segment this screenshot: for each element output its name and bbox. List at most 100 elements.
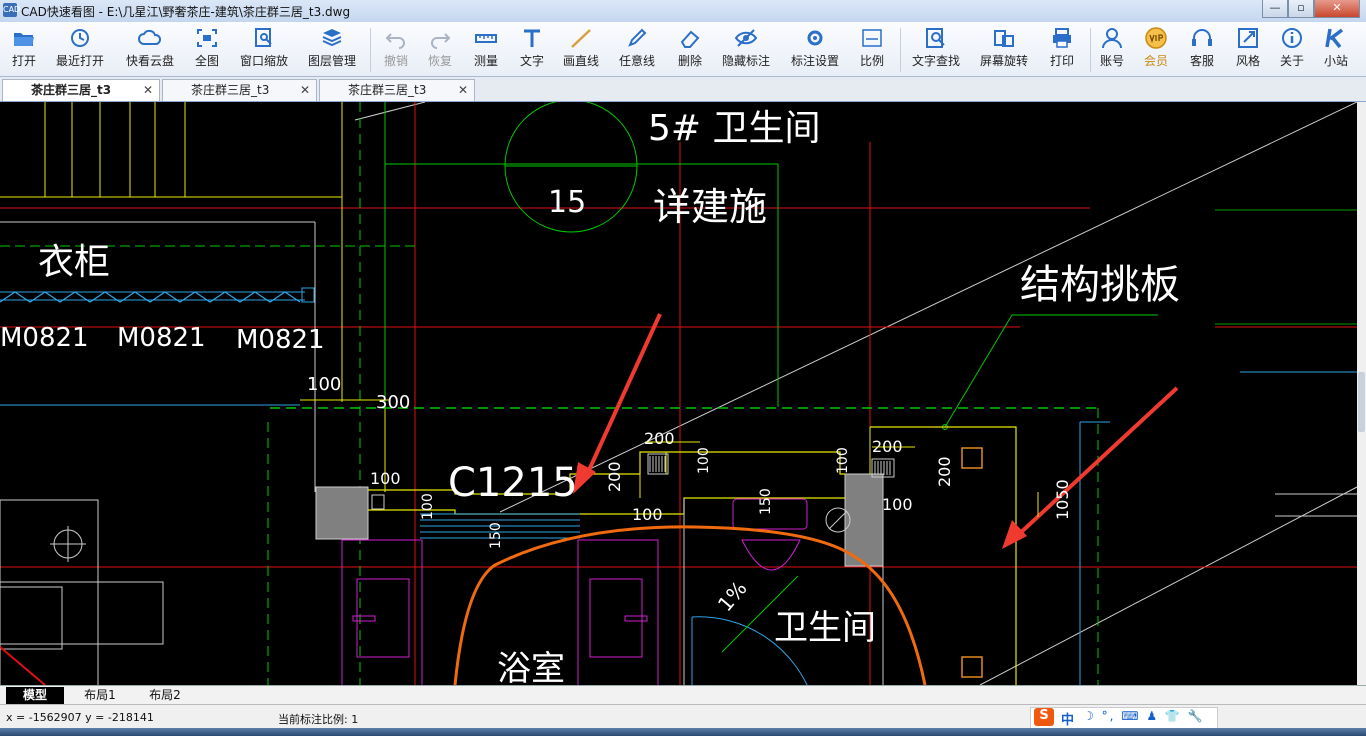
toolbar-label: 最近打开 — [55, 54, 104, 68]
dimension-label: 100 — [835, 447, 851, 474]
k-site-icon — [1325, 28, 1344, 49]
layout-tab-model[interactable]: 模型 — [6, 687, 64, 704]
zoom-window-icon — [255, 28, 272, 47]
ratio-button[interactable]: 比例 — [852, 26, 892, 74]
dimension-label: 150 — [758, 488, 774, 515]
toolbar-label: 客服 — [1189, 54, 1214, 68]
draw-line-button[interactable]: 画直线 — [558, 26, 604, 74]
text-search-icon — [926, 28, 945, 48]
cloud-disk-button[interactable]: 快看云盘 — [120, 26, 180, 74]
room-5-label: 5# 卫生间 — [648, 108, 821, 149]
style-icon — [1238, 28, 1258, 48]
pen-icon — [628, 28, 647, 47]
main-toolbar: 打开 最近打开 快看云盘 全图 窗口缩放 图层管理 撤销 恢复 测量 文字 画直… — [0, 22, 1366, 77]
toolbar-label: 图层管理 — [307, 54, 356, 68]
annotation-scale: 当前标注比例: 1 — [278, 713, 359, 726]
toolbar-label: 删除 — [677, 54, 702, 68]
info-icon — [1282, 28, 1302, 48]
account-icon — [1102, 28, 1122, 49]
about-button[interactable]: 关于 — [1274, 26, 1310, 74]
ime-mode[interactable]: 中 — [1061, 709, 1074, 728]
dimension-label: 100 — [307, 374, 341, 395]
toolbar-label: 打开 — [11, 54, 36, 68]
maximize-button[interactable]: ▫ — [1288, 0, 1314, 18]
close-window-button[interactable]: ✕ — [1314, 0, 1360, 18]
tab-label: 茶庄群三居_t3 — [191, 83, 270, 97]
vip-button[interactable]: 会员 — [1138, 26, 1174, 74]
dimension-label: 100 — [370, 469, 401, 488]
dimension-label: 100 — [632, 505, 663, 524]
fit-all-icon — [197, 29, 217, 47]
layer-manager-button[interactable]: 图层管理 — [304, 26, 360, 74]
structural-plate-label: 结构挑板 — [1020, 262, 1180, 308]
tab-label: 茶庄群三居_t3 — [31, 83, 112, 97]
coordinate-readout: x = -1562907 y = -218141 — [6, 711, 154, 724]
ime-toolbar[interactable]: S 中 ☽ °, ⌨ ♟ 👕 🔧 — [1030, 707, 1218, 729]
mini-site-button[interactable]: 小站 — [1318, 26, 1354, 74]
door-label-2: M0821 — [117, 323, 206, 353]
close-tab-icon[interactable]: ✕ — [458, 80, 468, 100]
tab-label: 茶庄群三居_t3 — [348, 83, 427, 97]
toolbar-label: 比例 — [859, 54, 884, 68]
style-button[interactable]: 风格 — [1230, 26, 1266, 74]
toolbar-label: 文字 — [519, 54, 544, 68]
toolbar-separator — [900, 28, 901, 72]
layout-tab-bar: 模型 布局1 布局2 — [0, 685, 1366, 705]
hide-annotation-button[interactable]: 隐藏标注 — [718, 26, 774, 74]
minimize-button[interactable]: — — [1262, 0, 1288, 18]
door-label-1: M0821 — [0, 323, 89, 353]
toolbar-label: 文字查找 — [911, 54, 960, 68]
delete-button[interactable]: 删除 — [670, 26, 710, 74]
customer-service-button[interactable]: 客服 — [1184, 26, 1220, 74]
close-tab-icon[interactable]: ✕ — [143, 80, 153, 100]
dimension-label: 100 — [882, 495, 913, 514]
text-button[interactable]: 文字 — [512, 26, 552, 74]
drawing-canvas[interactable]: 5# 卫生间 15 详建施 衣柜 结构挑板 M0821 M0821 M0821 … — [0, 102, 1357, 685]
ime-tool-icons[interactable]: ☽ °, ⌨ ♟ 👕 🔧 — [1083, 709, 1205, 723]
bath-label: 浴室 — [497, 649, 565, 685]
recent-open-button[interactable]: 最近打开 — [50, 26, 110, 74]
slope-label: 1% — [713, 576, 752, 616]
layout-tab-1[interactable]: 布局1 — [70, 687, 130, 704]
tab-document-1[interactable]: 茶庄群三居_t3 ✕ — [2, 79, 160, 101]
tab-document-3[interactable]: 茶庄群三居_t3 ✕ — [319, 79, 475, 101]
undo-button[interactable]: 撤销 — [376, 26, 416, 74]
toolbar-label: 标注设置 — [790, 54, 839, 68]
headset-icon — [1192, 29, 1212, 46]
toolbar-label: 窗口缩放 — [239, 54, 288, 68]
text-icon — [524, 29, 540, 47]
window-zoom-button[interactable]: 窗口缩放 — [236, 26, 292, 74]
scrollbar-thumb[interactable] — [1358, 372, 1365, 432]
annotation-settings-button[interactable]: 标注设置 — [786, 26, 844, 74]
rotate-screen-button[interactable]: 屏幕旋转 — [976, 26, 1032, 74]
folder-open-icon — [14, 33, 34, 46]
dimension-label: 200 — [872, 437, 903, 456]
layout-tab-2[interactable]: 布局2 — [134, 687, 196, 704]
detail-reference: 详建施 — [653, 185, 767, 229]
app-icon: CAD — [3, 3, 20, 17]
dimension-label: 200 — [935, 456, 954, 487]
toolbar-label: 隐藏标注 — [721, 54, 770, 68]
vertical-scrollbar[interactable] — [1357, 102, 1366, 685]
close-tab-icon[interactable]: ✕ — [300, 80, 310, 100]
redo-button[interactable]: 恢复 — [420, 26, 460, 74]
tab-document-2[interactable]: 茶庄群三居_t3 ✕ — [162, 79, 317, 101]
toolbar-label: 账号 — [1099, 54, 1124, 68]
measure-button[interactable]: 测量 — [466, 26, 506, 74]
undo-icon — [385, 33, 405, 49]
account-button[interactable]: 账号 — [1094, 26, 1130, 74]
text-search-button[interactable]: 文字查找 — [906, 26, 966, 74]
toolbar-label: 风格 — [1235, 54, 1260, 68]
dimension-label: 1050 — [1053, 479, 1072, 520]
open-button[interactable]: 打开 — [2, 26, 46, 74]
dimension-label: 200 — [605, 461, 624, 492]
toolbar-separator — [1090, 28, 1091, 72]
redo-icon — [431, 33, 451, 49]
toilet-label: 卫生间 — [774, 608, 876, 648]
print-button[interactable]: 打印 — [1042, 26, 1082, 74]
freehand-line-button[interactable]: 任意线 — [614, 26, 660, 74]
annotation-settings-icon — [807, 30, 823, 46]
toolbar-separator — [370, 28, 371, 72]
printer-icon — [1053, 28, 1071, 48]
fit-all-button[interactable]: 全图 — [188, 26, 226, 74]
